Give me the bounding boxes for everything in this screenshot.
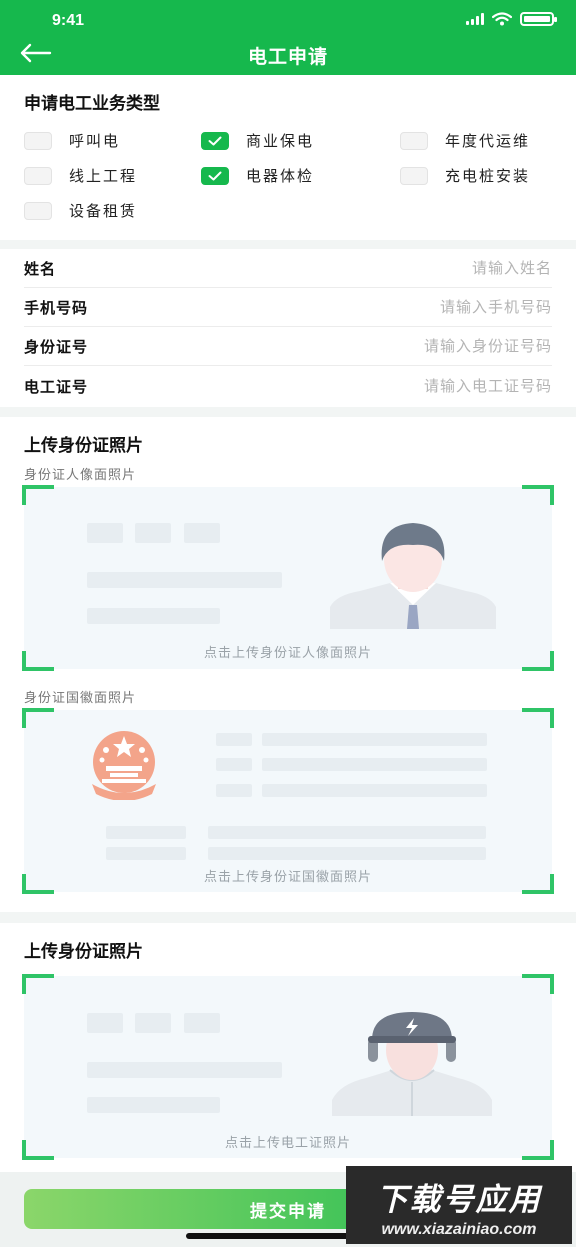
electrician-cert-input[interactable]: [252, 378, 552, 395]
person-portrait-icon: [330, 523, 496, 629]
form-row-id-number: 身份证号: [24, 327, 552, 366]
checkbox-checked[interactable]: [201, 166, 229, 185]
cert-upload-title: 上传身份证照片: [24, 937, 209, 964]
option-niandu-daiyunwei[interactable]: 年度代运维: [400, 130, 530, 151]
id-back-hint: 点击上传身份证国徽面照片: [203, 869, 372, 884]
id-number-label: 身份证号: [24, 338, 89, 356]
phone-input[interactable]: [252, 298, 552, 316]
checkbox[interactable]: [400, 166, 428, 185]
option-shangye-baodian[interactable]: 商业保电: [201, 130, 314, 151]
battery-icon: [520, 12, 557, 26]
business-type-card: 申请电工业务类型 呼叫电 商业保电 年度代运维 线上工程 电器体检 充电桩安装 …: [0, 75, 576, 240]
status-time: 9:41: [52, 12, 85, 29]
id-back-upload[interactable]: 点击上传身份证国徽面照片: [22, 708, 554, 894]
checkbox[interactable]: [24, 166, 52, 185]
name-label: 姓名: [24, 260, 57, 278]
wifi-icon: [492, 12, 512, 26]
checkbox[interactable]: [24, 131, 52, 150]
personal-info-card: 姓名 手机号码 身份证号 电工证号: [0, 249, 576, 407]
watermark-logo: 下载号应用: [376, 1182, 542, 1217]
checkbox-checked[interactable]: [201, 131, 229, 150]
id-upload-card: 上传身份证照片 身份证人像面照片 点击上传身份证人像面照片 身份证国徽面照片 点…: [0, 417, 576, 912]
option-shebei-zulin[interactable]: 设备租赁: [24, 200, 137, 221]
electrician-cert-label: 电工证号: [24, 379, 89, 396]
id-back-label: 身份证国徽面照片: [24, 690, 137, 705]
status-icons: [466, 12, 557, 26]
form-row-phone: 手机号码: [24, 288, 552, 327]
page-title: 电工申请: [247, 47, 328, 68]
option-dianqi-tijian[interactable]: 电器体检: [201, 165, 314, 186]
id-number-input[interactable]: [252, 337, 552, 355]
cellular-signal-icon: [466, 13, 484, 25]
electrician-helmet-icon: [332, 1012, 492, 1116]
option-chongdianzhuang-anzhuang[interactable]: 充电桩安装: [400, 165, 530, 186]
national-emblem-icon: [92, 731, 156, 800]
watermark-url: www.xiazainiao.com: [381, 1221, 537, 1238]
checkbox[interactable]: [24, 201, 52, 220]
id-front-hint: 点击上传身份证人像面照片: [203, 645, 372, 660]
checkmark-icon: [208, 136, 222, 145]
name-input[interactable]: [252, 259, 552, 277]
option-xianshang-gongcheng[interactable]: 线上工程: [24, 165, 137, 186]
form-row-name: 姓名: [24, 249, 552, 288]
phone-label: 手机号码: [24, 299, 89, 317]
id-front-label: 身份证人像面照片: [24, 467, 137, 482]
app-header: 9:41 电工申请: [0, 0, 576, 75]
id-upload-title: 上传身份证照片: [24, 431, 209, 458]
id-front-upload[interactable]: 点击上传身份证人像面照片: [22, 485, 554, 671]
electrician-cert-upload[interactable]: 点击上传电工证照片: [22, 974, 554, 1160]
cert-upload-card: 上传身份证照片 点击上传电工证照片: [0, 923, 576, 1172]
electrician-cert-hint: 点击上传电工证照片: [224, 1135, 351, 1150]
option-hujiao-dian[interactable]: 呼叫电: [24, 130, 120, 151]
business-type-title: 申请电工业务类型: [24, 89, 234, 116]
site-watermark: 下载号应用 www.xiazainiao.com: [346, 1166, 572, 1244]
checkbox[interactable]: [400, 131, 428, 150]
form-row-electrician-cert: 电工证号: [24, 367, 552, 406]
checkmark-icon: [208, 171, 222, 180]
